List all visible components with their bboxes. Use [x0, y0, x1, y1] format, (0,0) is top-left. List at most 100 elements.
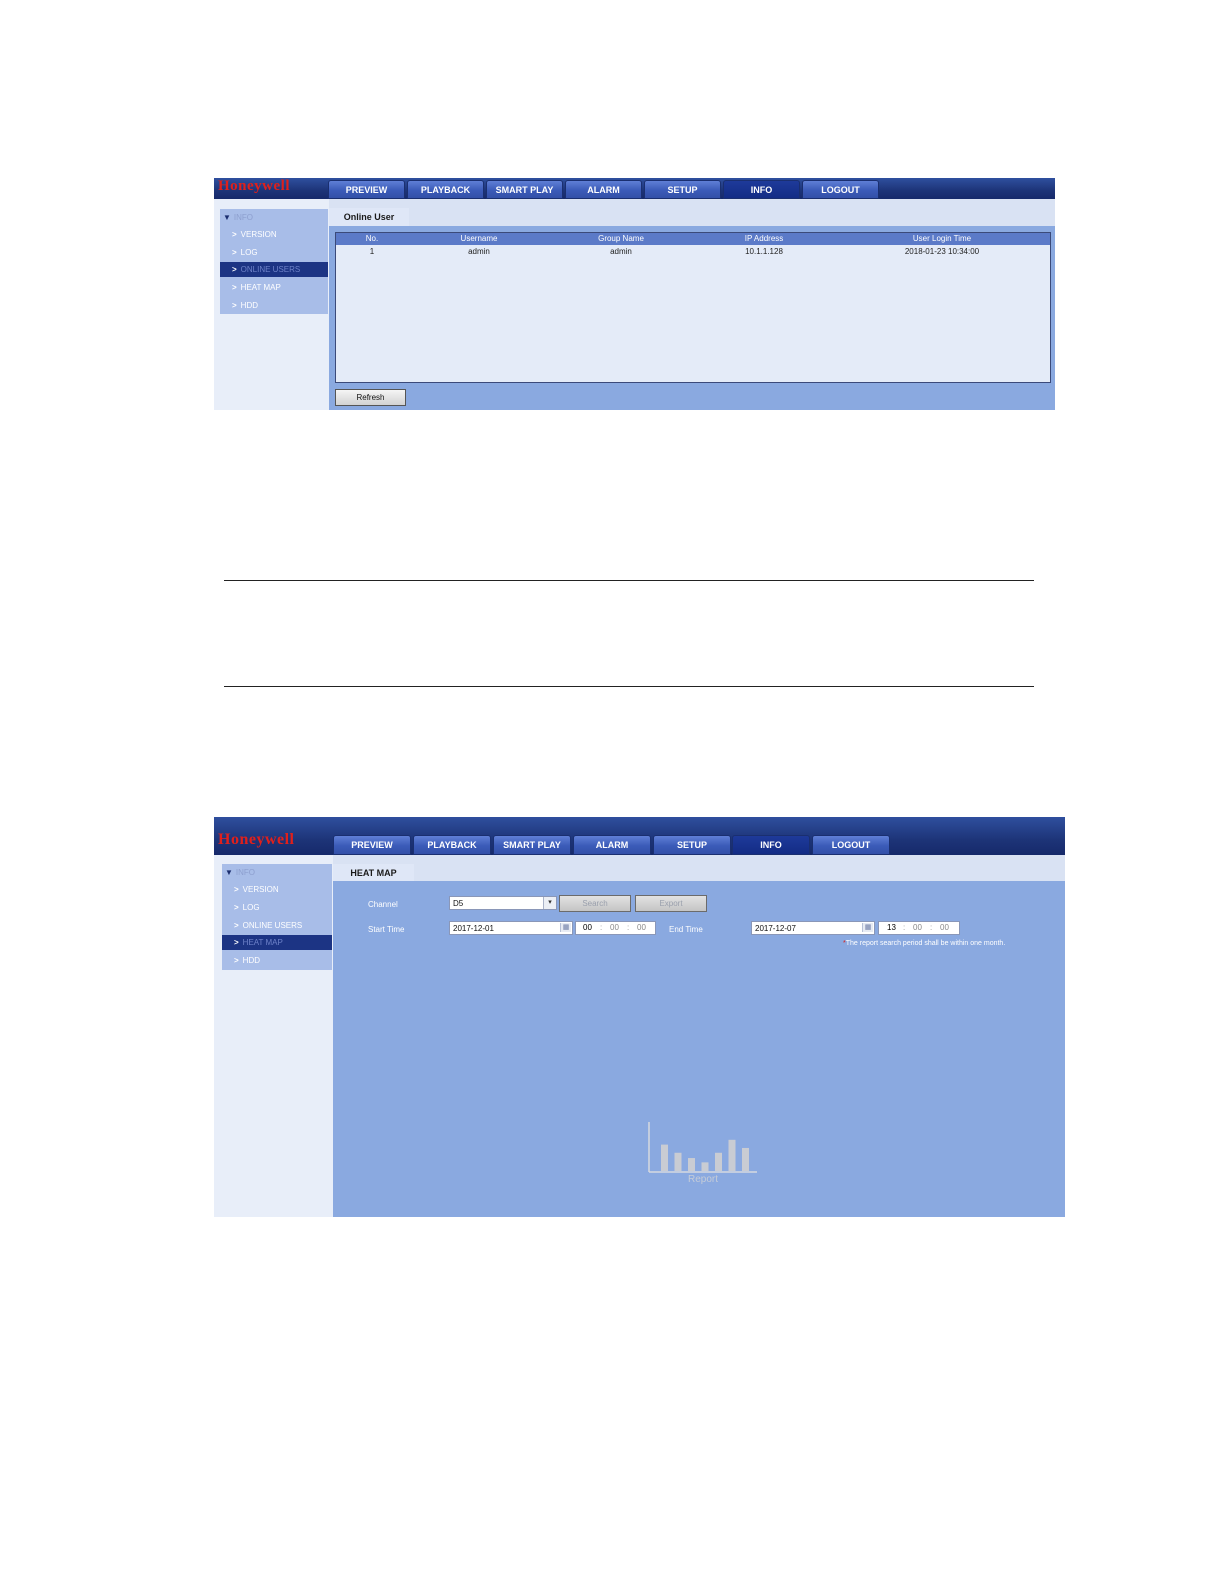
content-tab-bar — [329, 208, 1055, 226]
end-date-value: 2017-12-07 — [755, 923, 796, 933]
placeholder-bar — [674, 1152, 682, 1171]
report-placeholder-icon — [648, 1122, 757, 1173]
sidebar-item-label: LOG — [240, 248, 258, 257]
time-separator: : — [903, 923, 906, 932]
start-time-field[interactable]: 00 : 00 : 00 — [575, 921, 656, 935]
tab-heat-map[interactable]: HEAT MAP — [333, 864, 414, 881]
export-button[interactable]: Export — [635, 895, 707, 912]
sidebar-item-label: ONLINE USERS — [242, 921, 303, 930]
tab-preview[interactable]: PREVIEW — [328, 180, 405, 199]
start-date-field[interactable]: 2017-12-01 ▦ — [449, 921, 573, 935]
sidebar-item-version[interactable]: > VERSION — [222, 881, 332, 898]
cell-no: 1 — [369, 247, 375, 256]
refresh-button[interactable]: Refresh — [335, 389, 406, 406]
search-button[interactable]: Search — [559, 895, 631, 912]
content-tab-bar — [333, 864, 1065, 881]
report-caption: Report — [687, 1174, 718, 1185]
tab-logout[interactable]: LOGOUT — [802, 180, 879, 199]
sidebar-item-label: HDD — [240, 301, 259, 310]
column-header-ip-address: IP Address — [744, 234, 784, 243]
chevron-right-icon: > — [234, 921, 239, 930]
end-second[interactable]: 00 — [940, 923, 949, 932]
note-text: The report search period shall be within… — [845, 940, 1006, 947]
chevron-right-icon: > — [232, 283, 237, 292]
sidebar-item-log[interactable]: > LOG — [220, 244, 328, 261]
end-minute[interactable]: 00 — [913, 923, 922, 932]
chevron-right-icon: > — [232, 265, 237, 274]
tab-smart-play[interactable]: SMART PLAY — [493, 835, 571, 855]
tab-logout[interactable]: LOGOUT — [812, 835, 890, 855]
top-nav-bar: Honeywell PREVIEW PLAYBACK SMART PLAY AL… — [214, 817, 1065, 855]
chevron-right-icon: > — [232, 230, 237, 239]
start-time-label: Start Time — [368, 925, 405, 934]
cell-login-time: 2018-01-23 10:34:00 — [904, 247, 980, 256]
placeholder-bar — [661, 1144, 668, 1171]
tab-playback[interactable]: PLAYBACK — [413, 835, 491, 855]
online-user-screenshot: Honeywell PREVIEW PLAYBACK SMART PLAY AL… — [214, 178, 1055, 410]
tab-playback[interactable]: PLAYBACK — [407, 180, 484, 199]
sidebar-item-label: HDD — [242, 956, 261, 965]
placeholder-bar — [715, 1152, 722, 1171]
start-hour[interactable]: 00 — [583, 923, 592, 932]
chevron-right-icon: > — [234, 956, 239, 965]
tab-setup[interactable]: SETUP — [653, 835, 731, 855]
end-time-field[interactable]: 13 : 00 : 00 — [878, 921, 960, 935]
sidebar: ▼ INFO > VERSION > LOG > ONLINE USERS > … — [214, 199, 329, 410]
sidebar-item-hdd[interactable]: > HDD — [222, 952, 332, 969]
placeholder-bar — [728, 1139, 736, 1171]
tab-alarm[interactable]: ALARM — [573, 835, 651, 855]
start-date-value: 2017-12-01 — [453, 923, 494, 933]
content-panel: HEAT MAP Channel D5 ▾ Search Export Star… — [333, 864, 1065, 1217]
content-panel: Online User No. Username Group Name IP A… — [329, 208, 1055, 410]
end-time-label: End Time — [669, 925, 703, 934]
sidebar-item-label: VERSION — [242, 885, 279, 894]
tab-preview[interactable]: PREVIEW — [333, 835, 411, 855]
sidebar-header-info[interactable]: ▼ INFO — [220, 209, 328, 225]
sidebar-item-online-users[interactable]: > ONLINE USERS — [222, 917, 332, 934]
sidebar-item-heat-map[interactable]: > HEAT MAP — [220, 279, 328, 296]
tab-online-user[interactable]: Online User — [329, 208, 409, 226]
column-header-no: No. — [365, 234, 379, 243]
column-header-username: Username — [460, 234, 498, 243]
sidebar-item-version[interactable]: > VERSION — [220, 226, 328, 243]
channel-label: Channel — [368, 900, 398, 909]
sidebar-item-log[interactable]: > LOG — [222, 899, 332, 916]
calendar-icon[interactable]: ▦ — [560, 923, 571, 932]
chevron-right-icon: > — [234, 885, 239, 894]
sidebar-item-label: HEAT MAP — [240, 283, 281, 292]
sidebar-header-info[interactable]: ▼ INFO — [222, 864, 332, 880]
cell-username: admin — [468, 247, 490, 256]
sidebar-header-label: INFO — [233, 212, 254, 222]
sidebar-item-hdd[interactable]: > HDD — [220, 297, 328, 314]
time-separator: : — [627, 923, 630, 932]
start-minute[interactable]: 00 — [610, 923, 619, 932]
top-nav-bar: Honeywell PREVIEW PLAYBACK SMART PLAY AL… — [214, 178, 1055, 199]
sidebar-item-label: VERSION — [240, 230, 277, 239]
placeholder-bar — [742, 1147, 749, 1171]
calendar-icon[interactable]: ▦ — [862, 923, 873, 932]
sidebar-menu: ▼ INFO > VERSION > LOG > ONLINE USERS > … — [220, 209, 328, 314]
tab-info[interactable]: INFO — [732, 835, 810, 855]
chevron-right-icon: > — [234, 903, 239, 912]
chevron-right-icon: > — [234, 938, 239, 947]
time-separator: : — [930, 923, 933, 932]
triangle-down-icon: ▼ — [225, 867, 233, 877]
start-second[interactable]: 00 — [637, 923, 646, 932]
table-header: No. Username Group Name IP Address User … — [336, 233, 1050, 245]
column-header-login-time: User Login Time — [912, 234, 972, 243]
tab-setup[interactable]: SETUP — [644, 180, 721, 199]
table-row[interactable]: 1 admin admin 10.1.1.128 2018-01-23 10:3… — [336, 247, 1050, 259]
channel-value: D5 — [453, 898, 464, 908]
sidebar-item-online-users[interactable]: > ONLINE USERS — [220, 262, 328, 277]
end-hour[interactable]: 13 — [887, 923, 896, 932]
time-separator: : — [600, 923, 603, 932]
report-placeholder: Report — [647, 1118, 759, 1194]
tab-alarm[interactable]: ALARM — [565, 180, 642, 199]
channel-select[interactable]: D5 ▾ — [449, 896, 557, 910]
column-header-group-name: Group Name — [598, 234, 644, 243]
tab-info[interactable]: INFO — [723, 180, 800, 199]
sidebar-item-heat-map[interactable]: > HEAT MAP — [222, 935, 332, 950]
end-date-field[interactable]: 2017-12-07 ▦ — [751, 921, 875, 935]
sidebar-menu: ▼ INFO > VERSION > LOG > ONLINE USERS > … — [222, 864, 332, 970]
tab-smart-play[interactable]: SMART PLAY — [486, 180, 563, 199]
